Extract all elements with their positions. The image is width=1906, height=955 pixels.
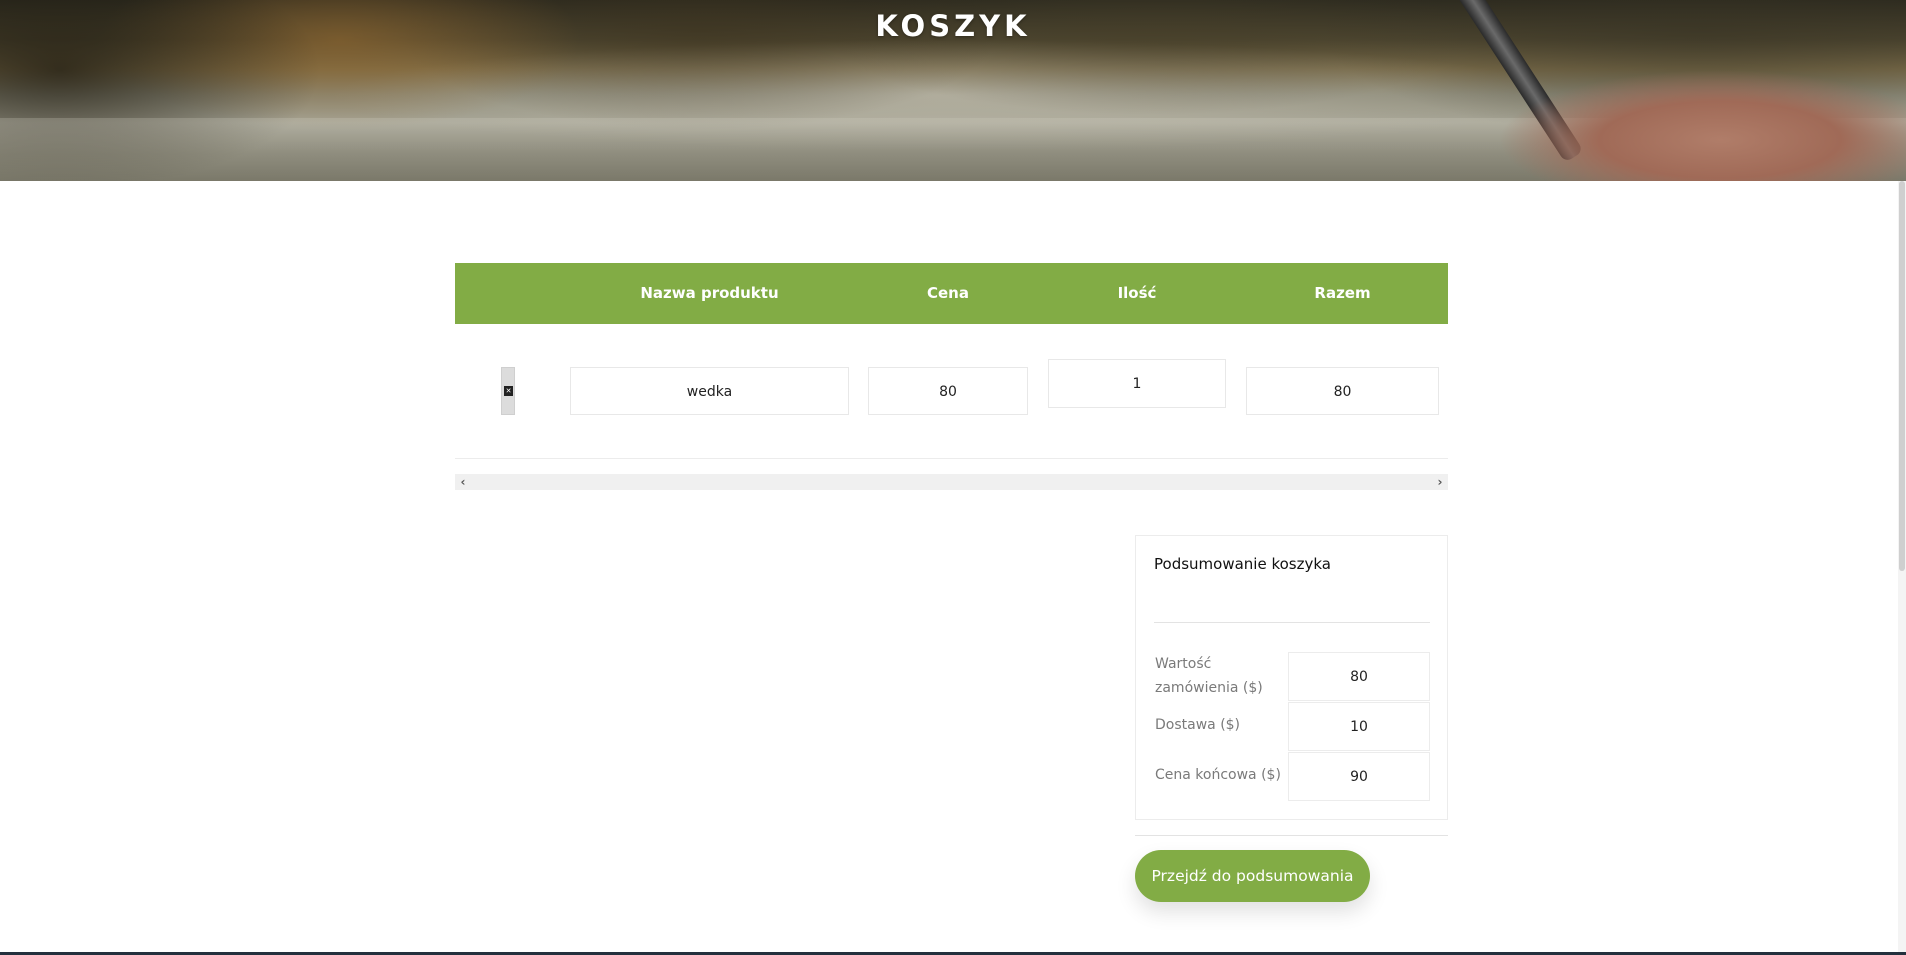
hero-banner: KOSZYK <box>0 0 1906 181</box>
table-horizontal-scrollbar[interactable]: ‹ › <box>455 474 1448 490</box>
page-scrollbar-thumb[interactable] <box>1899 181 1905 571</box>
remove-item-button[interactable]: ✕ <box>501 367 515 415</box>
remove-item-icon: ✕ <box>504 386 513 396</box>
header-remove-column <box>455 263 570 324</box>
header-product-name: Nazwa produktu <box>640 284 779 302</box>
order-value-label: Wartość zamówienia ($) <box>1155 656 1263 696</box>
summary-title: Podsumowanie koszyka <box>1154 555 1331 573</box>
order-value: 80 <box>1288 652 1430 701</box>
summary-bottom-divider <box>1135 835 1448 836</box>
scroll-left-icon[interactable]: ‹ <box>455 474 471 490</box>
product-total-cell: 80 <box>1246 367 1439 415</box>
shipping-label: Dostawa ($) <box>1155 717 1241 733</box>
shipping-value: 10 <box>1288 702 1430 751</box>
summary-divider <box>1154 622 1430 623</box>
header-quantity: Ilość <box>1117 284 1157 302</box>
product-name-cell: wedka <box>570 367 849 415</box>
scroll-right-icon[interactable]: › <box>1432 474 1448 490</box>
product-price-cell: 80 <box>868 367 1028 415</box>
proceed-to-summary-button[interactable]: Przejdź do podsumowania <box>1135 850 1370 902</box>
cart-summary-panel: Podsumowanie koszyka Wartość zamówienia … <box>1135 535 1448 820</box>
row-divider <box>455 458 1448 459</box>
final-price-label: Cena końcowa ($) <box>1155 767 1281 783</box>
page-title: KOSZYK <box>875 9 1031 43</box>
final-price-value: 90 <box>1288 752 1430 801</box>
quantity-input[interactable]: 1 <box>1048 359 1226 408</box>
cart-table-header: Nazwa produktu Cena Ilość Razem <box>455 263 1448 324</box>
hand-image <box>1500 70 1906 181</box>
header-price: Cena <box>927 284 969 302</box>
header-total: Razem <box>1314 284 1371 302</box>
